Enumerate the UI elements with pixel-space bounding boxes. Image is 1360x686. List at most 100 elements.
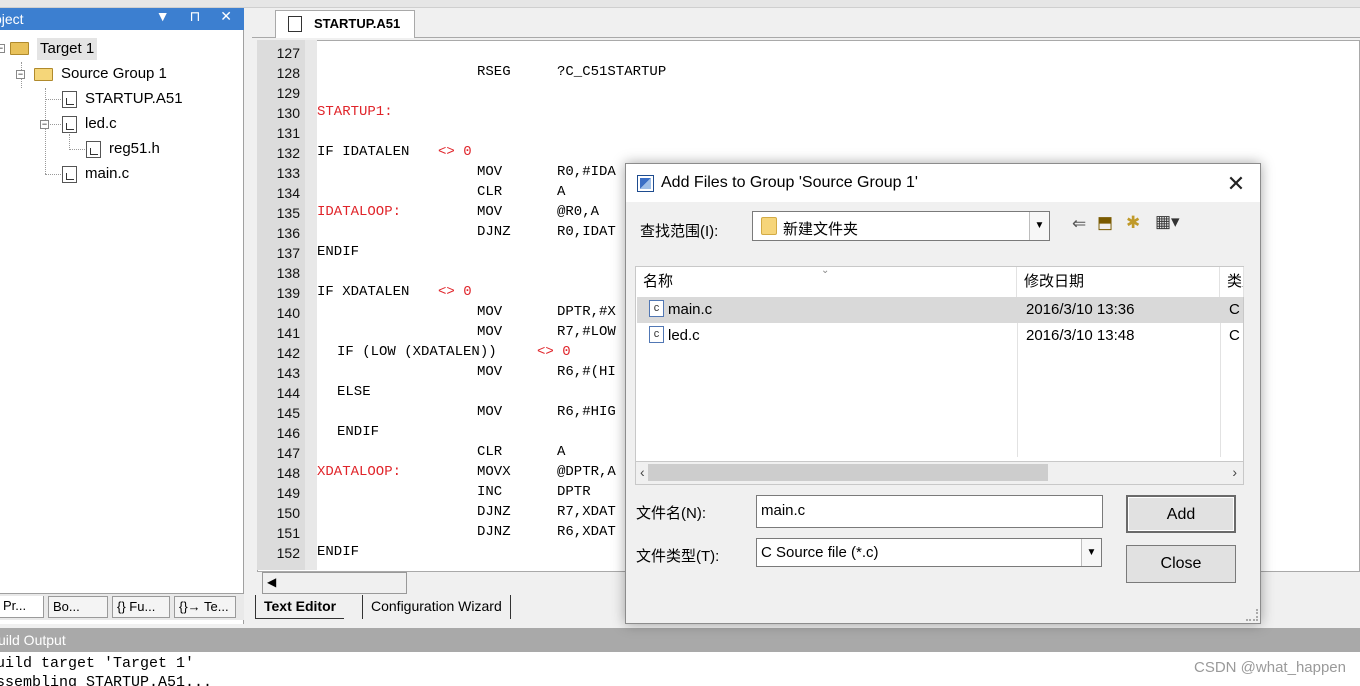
project-panel-title: oject <box>0 11 24 27</box>
view-menu-icon[interactable]: ▦▾ <box>1155 212 1180 232</box>
collapse-icon[interactable]: − <box>0 44 5 53</box>
code-token: R7,#LOW <box>557 324 616 340</box>
folder-icon <box>34 68 53 81</box>
line-number: 147 <box>276 445 300 461</box>
close-button[interactable]: Close <box>1126 545 1236 583</box>
c-file-icon <box>62 166 77 183</box>
tree-item-file[interactable]: − led.c <box>0 113 200 135</box>
tree-item-source-group[interactable]: − Source Group 1 <box>0 63 200 85</box>
build-output-panel: uild target 'Target 1' ssembling STARTUP… <box>0 652 1360 686</box>
column-header-type[interactable]: 类型 <box>1220 267 1244 297</box>
dialog-title: Add Files to Group 'Source Group 1' <box>661 174 918 191</box>
editor-tab-bar <box>252 8 1360 38</box>
tree-item-file[interactable]: main.c <box>0 163 200 185</box>
code-label: IDATALOOP: <box>317 204 402 220</box>
tree-label-source-group: Source Group 1 <box>61 65 167 82</box>
back-arrow-icon[interactable]: ⇐ <box>1072 214 1086 234</box>
tab-books[interactable]: Bo... <box>48 596 108 618</box>
line-number: 144 <box>276 385 300 401</box>
tree-label-file: main.c <box>85 165 130 182</box>
look-in-dropdown[interactable]: 新建文件夹 ▼ <box>752 211 1050 241</box>
scrollbar-thumb[interactable] <box>648 464 1048 481</box>
tree-label-file: STARTUP.A51 <box>85 90 183 107</box>
panel-window-buttons[interactable]: ▼ ⊓ ✕ <box>156 8 240 25</box>
tab-text-editor[interactable]: Text Editor <box>255 595 345 619</box>
filetype-dropdown[interactable]: C Source file (*.c) ▼ <box>756 538 1102 567</box>
keil-app-icon <box>637 175 654 192</box>
tree-label-file: reg51.h <box>109 140 160 157</box>
chevron-down-icon[interactable]: ▼ <box>1081 539 1101 566</box>
filename-input[interactable]: main.c <box>756 495 1103 528</box>
tab-label: {}→ Te... <box>179 599 229 614</box>
tree-label-file: led.c <box>85 115 117 132</box>
code-token: R0,#IDA <box>557 164 616 180</box>
c-file-icon <box>62 116 77 133</box>
code-token: MOV <box>477 324 503 340</box>
close-icon[interactable]: ✕ <box>1224 171 1248 197</box>
editor-horizontal-scrollbar[interactable]: ◀ <box>262 572 407 594</box>
file-type: C Source <box>1229 327 1243 344</box>
code-token: <> 0 <box>537 344 571 360</box>
file-name: main.c <box>668 301 713 318</box>
code-token: R0,IDAT <box>557 224 616 240</box>
code-token: A <box>557 184 566 200</box>
filetype-label: 文件类型(T): <box>636 548 720 565</box>
line-number: 142 <box>276 345 300 361</box>
tab-functions[interactable]: {} Fu... <box>112 596 170 618</box>
tab-startup-a51[interactable]: STARTUP.A51 <box>275 10 415 38</box>
tab-templates[interactable]: {}→ Te... <box>174 596 236 618</box>
code-token: @DPTR,A <box>557 464 616 480</box>
code-token: MOVX <box>477 464 511 480</box>
collapse-icon[interactable]: − <box>40 120 49 129</box>
look-in-label: 查找范围(I): <box>640 223 719 240</box>
column-label: 修改日期 <box>1024 273 1085 290</box>
line-number: 128 <box>276 65 300 81</box>
code-token: MOV <box>477 204 503 220</box>
collapse-icon[interactable]: − <box>16 70 25 79</box>
code-token: R7,XDAT <box>557 504 616 520</box>
project-tree: − Target 1 − Source Group 1 STARTUP.A51 … <box>0 34 242 594</box>
file-name: led.c <box>668 327 700 344</box>
file-row[interactable]: c led.c 2016/3/10 13:48 C Source <box>637 323 1243 349</box>
code-token: MOV <box>477 404 503 420</box>
code-token: DJNZ <box>477 524 511 540</box>
line-number: 132 <box>276 145 300 161</box>
scroll-left-icon[interactable]: ◀ <box>267 575 276 589</box>
build-output-titlebar: uild Output <box>0 628 1360 652</box>
code-token: DPTR,#X <box>557 304 616 320</box>
file-list: 名称 ⌄ 修改日期 类型 c main.c 2016/3/10 13:36 C … <box>635 265 1244 485</box>
top-strip <box>0 0 1360 8</box>
code-token: ?C_C51STARTUP <box>557 64 667 80</box>
gutter-margin <box>305 40 317 570</box>
asm-file-icon <box>288 16 302 32</box>
code-token: RSEG <box>477 64 511 80</box>
new-folder-icon[interactable]: ✱ <box>1126 213 1140 233</box>
watermark: CSDN @what_happen <box>1194 659 1346 676</box>
file-date: 2016/3/10 13:36 <box>1026 301 1135 318</box>
tree-item-file[interactable]: STARTUP.A51 <box>0 88 200 110</box>
chevron-down-icon[interactable]: ▼ <box>1029 212 1049 240</box>
column-header-date[interactable]: 修改日期 <box>1017 267 1220 297</box>
line-number: 148 <box>276 465 300 481</box>
code-token: R6,#(HI <box>557 364 616 380</box>
code-token: IF IDATALEN <box>317 144 410 160</box>
resize-grip-icon[interactable] <box>1246 609 1258 621</box>
line-number: 139 <box>276 285 300 301</box>
tab-project[interactable]: Pr... <box>0 596 44 618</box>
scroll-left-icon[interactable]: ‹ <box>640 464 645 480</box>
tree-item-target[interactable]: − Target 1 <box>0 38 110 60</box>
target-icon <box>10 42 29 55</box>
tab-configuration-wizard[interactable]: Configuration Wizard <box>362 595 511 619</box>
file-row-selected[interactable]: c main.c 2016/3/10 13:36 C Source <box>637 297 1243 323</box>
line-number: 152 <box>276 545 300 561</box>
add-button[interactable]: Add <box>1126 495 1236 533</box>
add-files-dialog: Add Files to Group 'Source Group 1' ✕ 查找… <box>625 163 1261 624</box>
project-panel-tabs: Pr... Bo... {} Fu... {}→ Te... <box>0 593 244 620</box>
header-file-icon <box>86 141 101 158</box>
line-number: 129 <box>276 85 300 101</box>
line-number: 137 <box>276 245 300 261</box>
code-token: MOV <box>477 364 503 380</box>
tree-item-file[interactable]: reg51.h <box>0 138 200 160</box>
up-folder-icon[interactable]: ⬒ <box>1097 213 1113 233</box>
scroll-right-icon[interactable]: › <box>1232 464 1237 480</box>
